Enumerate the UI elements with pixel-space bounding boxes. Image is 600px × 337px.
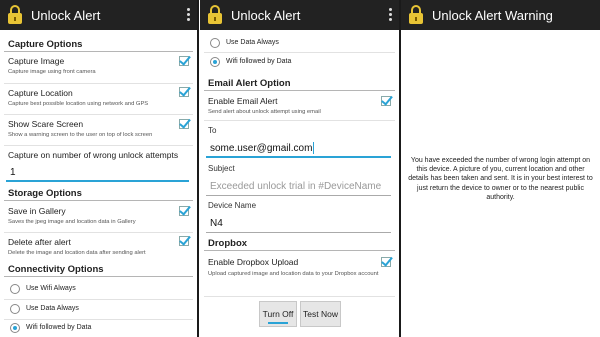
section-divider — [204, 250, 395, 251]
lock-icon — [8, 5, 22, 25]
wrong-attempts-underline — [6, 180, 189, 182]
radio-button[interactable] — [10, 304, 20, 314]
save-in-gallery-checkbox[interactable] — [179, 206, 189, 216]
capture-location-checkbox[interactable] — [179, 87, 189, 97]
action-bar: Unlock Alert — [200, 0, 399, 30]
lock-icon — [208, 5, 222, 25]
preference-summary: Upload captured image and location data … — [208, 271, 379, 277]
preference-summary: Show a warning screen to the user on top… — [8, 132, 153, 138]
radio-use-data-always[interactable]: Use Data Always — [200, 34, 399, 50]
section-divider — [4, 276, 193, 277]
preference-title: Capture Location — [8, 88, 73, 98]
turn-off-button[interactable]: Turn Off — [259, 301, 297, 327]
divider — [204, 296, 395, 297]
radio-wifi-followed-by-data[interactable]: Wifi followed by Data — [0, 320, 197, 337]
warning-screen: Unlock Alert Warning You have exceeded t… — [401, 0, 600, 337]
to-email-input[interactable]: some.user@gmail.com — [210, 143, 312, 154]
action-bar: Unlock Alert — [0, 0, 197, 30]
device-name-label: Device Name — [208, 201, 257, 210]
text-cursor — [313, 142, 314, 154]
preference-summary: Delete the image and location data after… — [8, 250, 146, 256]
device-name-underline — [206, 232, 391, 233]
to-label: To — [208, 126, 217, 135]
delete-after-alert-preference[interactable]: Delete after alert Delete the image and … — [0, 233, 197, 262]
enable-dropbox-upload-preference[interactable]: Enable Dropbox Upload Upload captured im… — [200, 252, 399, 284]
radio-use-data-always[interactable]: Use Data Always — [0, 300, 197, 318]
panel-divider — [197, 0, 199, 337]
show-scare-screen-preference[interactable]: Show Scare Screen Show a warning screen … — [0, 115, 197, 144]
storage-options-header: Storage Options — [8, 188, 82, 199]
settings-panel-email: Unlock Alert Use Data Always Wifi follow… — [200, 0, 399, 337]
radio-label: Use Data Always — [226, 39, 279, 46]
capture-image-preference[interactable]: Capture Image Capture image using front … — [0, 53, 197, 82]
subject-input[interactable]: Exceeded unlock trial in #DeviceName — [210, 181, 381, 192]
save-in-gallery-preference[interactable]: Save in Gallery Saves the jpeg image and… — [0, 202, 197, 232]
to-email-underline — [206, 156, 391, 158]
preference-title: Save in Gallery — [8, 206, 66, 216]
preference-title: Enable Dropbox Upload — [208, 257, 299, 267]
wrong-attempts-label: Capture on number of wrong unlock attemp… — [8, 150, 179, 160]
action-bar: Unlock Alert Warning — [401, 0, 600, 30]
show-scare-screen-checkbox[interactable] — [179, 119, 189, 129]
preference-summary: Capture image using front camera — [8, 69, 96, 75]
email-alert-header: Email Alert Option — [208, 78, 291, 89]
enable-email-alert-checkbox[interactable] — [381, 96, 391, 106]
overflow-menu-icon[interactable] — [389, 8, 393, 22]
enable-dropbox-upload-checkbox[interactable] — [381, 257, 391, 267]
connectivity-options-header: Connectivity Options — [8, 264, 104, 275]
subject-underline — [206, 195, 391, 196]
app-title: Unlock Alert — [31, 7, 101, 23]
radio-label: Use Wifi Always — [26, 285, 76, 292]
radio-button[interactable] — [210, 38, 220, 48]
overflow-menu-icon[interactable] — [187, 8, 191, 22]
app-title: Unlock Alert Warning — [432, 7, 553, 23]
device-name-input[interactable]: N4 — [210, 218, 223, 229]
divider — [204, 120, 395, 121]
radio-label: Wifi followed by Data — [226, 58, 292, 65]
radio-button[interactable] — [210, 57, 220, 67]
radio-wifi-followed-by-data[interactable]: Wifi followed by Data — [200, 53, 399, 71]
app-title: Unlock Alert — [231, 7, 301, 23]
radio-label: Wifi followed by Data — [26, 324, 92, 331]
preference-summary: Capture best possible location using net… — [8, 101, 149, 107]
section-divider — [204, 90, 395, 91]
delete-after-alert-checkbox[interactable] — [179, 236, 189, 246]
radio-label: Use Data Always — [26, 305, 79, 312]
capture-image-checkbox[interactable] — [179, 56, 189, 66]
enable-email-alert-preference[interactable]: Enable Email Alert Send alert about unlo… — [200, 92, 399, 120]
capture-location-preference[interactable]: Capture Location Capture best possible l… — [0, 84, 197, 113]
preference-title: Show Scare Screen — [8, 119, 84, 129]
lock-icon — [409, 5, 423, 25]
dropbox-header: Dropbox — [208, 238, 248, 249]
preference-summary: Send alert about unlock attempt using em… — [208, 109, 321, 115]
section-divider — [4, 200, 193, 201]
radio-button[interactable] — [10, 284, 20, 294]
test-now-button[interactable]: Test Now — [300, 301, 341, 327]
radio-use-wifi-always[interactable]: Use Wifi Always — [0, 280, 197, 298]
section-divider — [4, 51, 193, 52]
preference-title: Enable Email Alert — [208, 96, 278, 106]
radio-button[interactable] — [10, 323, 20, 333]
preference-title: Delete after alert — [8, 237, 71, 247]
preference-summary: Saves the jpeg image and location data i… — [8, 219, 136, 225]
subject-label: Subject — [208, 164, 235, 173]
preference-title: Capture Image — [8, 56, 65, 66]
capture-options-header: Capture Options — [8, 39, 83, 50]
warning-message: You have exceeded the number of wrong lo… — [408, 157, 593, 201]
settings-panel-capture: Unlock Alert Capture Options Capture Ima… — [0, 0, 197, 337]
divider — [4, 145, 193, 146]
wrong-attempts-input[interactable]: 1 — [10, 167, 16, 178]
